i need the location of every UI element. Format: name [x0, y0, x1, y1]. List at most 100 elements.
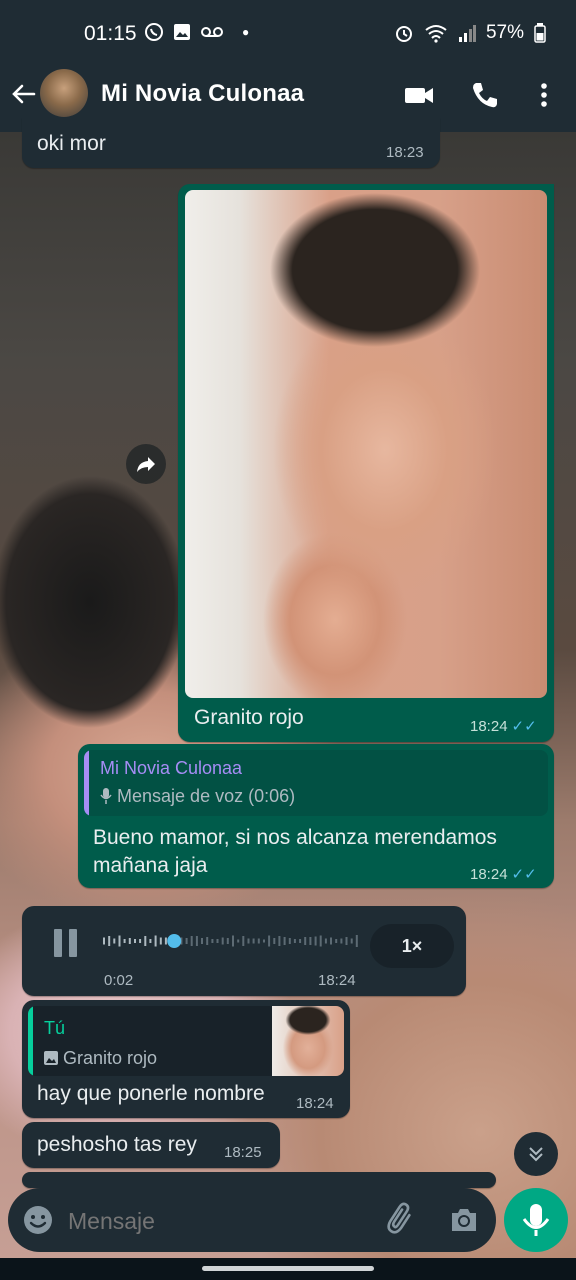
attach-icon: [387, 1202, 411, 1234]
waveform-bar: [263, 939, 265, 943]
shared-photo[interactable]: [185, 190, 547, 698]
message-outgoing-image[interactable]: Granito rojo 18:24 ✓✓: [178, 184, 554, 742]
scroll-to-bottom-button[interactable]: [514, 1132, 558, 1176]
message-text: oki mor: [37, 132, 106, 155]
message-incoming[interactable]: oki mor 18:23: [22, 118, 440, 168]
video-call-button[interactable]: [402, 78, 436, 112]
waveform-bar: [195, 936, 198, 946]
pause-icon: [54, 929, 77, 957]
waveform-bar: [108, 936, 111, 946]
voice-record-button[interactable]: [504, 1188, 568, 1252]
quote-author: Mi Novia Culonaa: [100, 758, 243, 778]
playback-knob[interactable]: [167, 934, 182, 948]
signal-icon: [458, 25, 476, 42]
voice-call-button[interactable]: [468, 78, 502, 112]
battery-icon: [534, 23, 546, 43]
status-time: 01:15: [84, 22, 137, 45]
waveform-bar: [350, 938, 353, 944]
message-incoming[interactable]: peshosho tas rey 18:25: [22, 1122, 280, 1168]
waveform-bar: [273, 938, 276, 944]
contact-avatar[interactable]: [40, 69, 88, 117]
read-ticks-icon: ✓✓: [511, 718, 537, 735]
waveform-bar: [252, 938, 255, 944]
waveform-bar: [154, 935, 157, 947]
waveform-bar: [330, 937, 332, 945]
waveform-bar: [355, 935, 358, 947]
quote-accent-bar: [84, 750, 89, 816]
voice-duration: 0:02: [104, 972, 134, 989]
camera-button[interactable]: [448, 1204, 480, 1236]
waveform-bar: [185, 938, 188, 944]
waveform-bar: [144, 936, 147, 946]
waveform-bar: [211, 939, 214, 943]
waveform-bar: [314, 936, 317, 946]
message-incoming-reply[interactable]: Tú Granito rojo hay que ponerle nombre 1…: [22, 1000, 350, 1118]
dot-icon: ●: [242, 25, 250, 39]
attach-button[interactable]: [384, 1202, 418, 1236]
message-input[interactable]: [66, 1200, 370, 1242]
waveform-bar: [288, 938, 291, 944]
voicemail-icon: [201, 27, 223, 37]
waveform-bar: [221, 937, 224, 945]
waveform-bar: [345, 937, 348, 945]
waveform-bar: [283, 937, 286, 945]
message-text: Bueno mamor, si nos alcanza merendamos m…: [93, 826, 497, 877]
waveform-bar: [232, 935, 234, 947]
message-incoming-partial[interactable]: [22, 1172, 496, 1188]
battery-percent: 57%: [485, 22, 524, 43]
message-time: 18:24: [318, 972, 356, 989]
image-small-icon: [44, 1051, 58, 1065]
waveform-bar: [257, 938, 260, 944]
more-options-button[interactable]: [527, 78, 561, 112]
waveform-bar: [139, 939, 142, 943]
message-composer: [8, 1188, 496, 1252]
waveform-bar: [268, 935, 271, 947]
waveform-bar: [242, 936, 245, 946]
waveform-bar: [226, 938, 229, 944]
playback-speed-button[interactable]: 1×: [370, 924, 454, 968]
waveform-bar: [201, 938, 203, 944]
back-arrow-icon: [12, 84, 36, 104]
waveform-bar: [335, 939, 338, 943]
quote-text: Mensaje de voz (0:06): [100, 786, 295, 807]
message-time: 18:24: [296, 1095, 334, 1112]
more-vert-icon: [541, 83, 547, 107]
quote-author: Tú: [44, 1018, 66, 1038]
message-text: hay que ponerle nombre: [37, 1082, 265, 1105]
waveform-bar: [324, 938, 327, 944]
waveform-bar: [159, 937, 162, 945]
waveform-bar: [278, 936, 281, 946]
waveform-bar: [123, 939, 126, 943]
quote-thumbnail: [272, 1006, 344, 1076]
waveform-bar: [319, 935, 322, 947]
waveform-bar: [299, 939, 302, 943]
quoted-message[interactable]: Tú Granito rojo: [28, 1006, 344, 1076]
waveform-bar: [237, 939, 240, 943]
quoted-message[interactable]: Mi Novia Culonaa Mensaje de voz (0:06): [84, 750, 548, 816]
gallery-icon: [174, 24, 190, 40]
voice-waveform[interactable]: [102, 934, 360, 948]
home-gesture-handle[interactable]: [202, 1266, 374, 1271]
message-outgoing-reply[interactable]: Mi Novia Culonaa Mensaje de voz (0:06) B…: [78, 744, 554, 888]
waveform-bar: [113, 938, 116, 944]
read-ticks-icon: ✓✓: [511, 866, 537, 883]
notification-icons: ●: [144, 22, 249, 42]
waveform-bar: [149, 939, 152, 943]
waveform-bar: [134, 939, 136, 943]
forward-icon: [137, 457, 155, 472]
emoji-button[interactable]: [22, 1204, 54, 1236]
camera-icon: [452, 1209, 476, 1231]
back-button[interactable]: [8, 76, 40, 112]
pause-button[interactable]: [50, 926, 82, 960]
message-time: 18:25: [224, 1144, 262, 1161]
waveform-bar: [247, 938, 250, 944]
waveform-bar: [216, 939, 219, 943]
message-time: 18:23: [386, 144, 424, 161]
contact-name[interactable]: Mi Novia Culonaa: [101, 80, 304, 108]
wifi-icon: [425, 25, 447, 43]
forward-button[interactable]: [126, 444, 166, 484]
mic-small-icon: [100, 788, 112, 804]
waveform-bar: [293, 939, 296, 943]
message-text: peshosho tas rey: [37, 1133, 197, 1156]
waveform-bar: [190, 936, 193, 946]
